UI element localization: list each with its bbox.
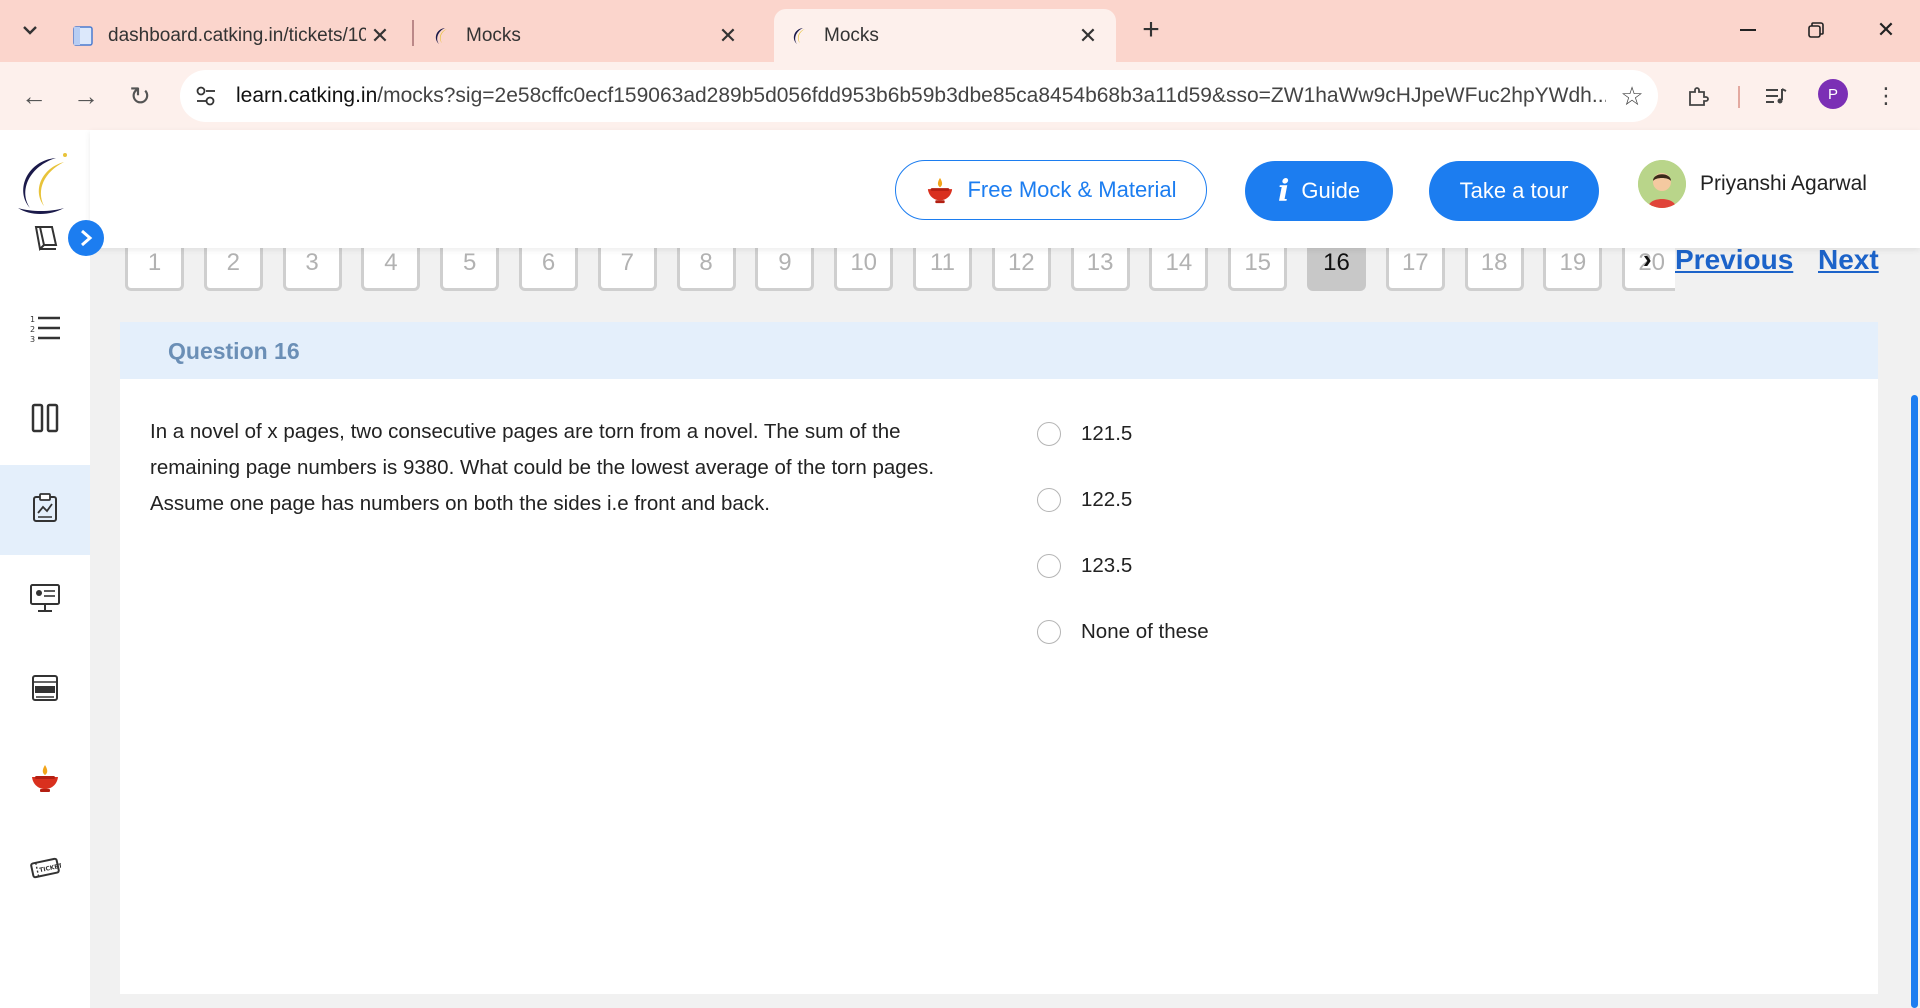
avatar bbox=[1638, 160, 1686, 208]
free-mock-label: Free Mock & Material bbox=[967, 177, 1177, 202]
tab-search-chevron-icon[interactable] bbox=[10, 10, 50, 50]
sidebar-item-lectures[interactable] bbox=[0, 555, 90, 645]
guide-button[interactable]: i Guide bbox=[1245, 161, 1393, 221]
book-icon bbox=[30, 223, 60, 258]
info-icon: i bbox=[1277, 173, 1290, 209]
close-window-icon[interactable]: ✕ bbox=[1858, 8, 1914, 52]
diya-icon bbox=[29, 763, 61, 798]
back-arrow-icon[interactable]: ← bbox=[12, 74, 56, 118]
option-2[interactable]: 122.5 bbox=[1037, 488, 1132, 512]
take-a-tour-button[interactable]: Take a tour bbox=[1429, 161, 1599, 221]
list-icon: 123 bbox=[29, 313, 61, 348]
sidebar-item-columns[interactable] bbox=[0, 375, 90, 465]
reload-icon[interactable]: ↻ bbox=[118, 74, 162, 118]
top-header: Free Mock & Material i Guide Take a tour… bbox=[90, 130, 1920, 248]
sidebar-expand-button[interactable] bbox=[68, 220, 104, 256]
ebook-icon bbox=[30, 673, 60, 708]
radio-button[interactable] bbox=[1037, 422, 1061, 446]
sidebar-item-mocks[interactable] bbox=[0, 465, 90, 555]
option-1[interactable]: 121.5 bbox=[1037, 422, 1132, 446]
question-heading: Question 16 bbox=[168, 338, 300, 364]
extensions-icon[interactable] bbox=[1678, 76, 1718, 116]
sidebar-item-ebook[interactable] bbox=[0, 645, 90, 735]
tab-mocks-active[interactable]: Mocks ✕ bbox=[774, 9, 1116, 62]
question-text: In a novel of x pages, two consecutive p… bbox=[150, 420, 935, 515]
tab-title: Mocks bbox=[466, 24, 521, 46]
chevron-right-icon[interactable]: › bbox=[1643, 244, 1652, 275]
sidebar: 123 TICKET bbox=[0, 130, 90, 1008]
profile-avatar[interactable]: P bbox=[1818, 79, 1848, 109]
toolbar-divider bbox=[1738, 86, 1740, 108]
close-tab-icon[interactable]: ✕ bbox=[1074, 22, 1102, 50]
columns-icon bbox=[31, 403, 59, 438]
next-link[interactable]: Next bbox=[1818, 244, 1879, 276]
option-3[interactable]: 123.5 bbox=[1037, 554, 1132, 578]
site-settings-icon[interactable] bbox=[180, 70, 232, 122]
scrollbar-thumb[interactable] bbox=[1911, 395, 1918, 1008]
address-bar[interactable]: learn.catking.in/mocks?sig=2e58cffc0ecf1… bbox=[180, 70, 1658, 122]
svg-text:2: 2 bbox=[30, 325, 35, 334]
option-label: None of these bbox=[1081, 620, 1209, 643]
sidebar-item-offers[interactable] bbox=[0, 735, 90, 825]
catking-favicon-icon bbox=[430, 25, 452, 47]
restore-icon[interactable] bbox=[1788, 8, 1844, 52]
svg-text:1: 1 bbox=[30, 315, 35, 324]
sidebar-item-tickets[interactable]: TICKET bbox=[0, 825, 90, 915]
document-icon bbox=[72, 25, 94, 47]
close-tab-icon[interactable]: ✕ bbox=[714, 22, 742, 50]
ticket-icon: TICKET bbox=[29, 853, 64, 888]
new-tab-icon[interactable]: + bbox=[1133, 12, 1169, 48]
user-profile[interactable]: Priyanshi Agarwal bbox=[1638, 160, 1867, 208]
previous-link[interactable]: Previous bbox=[1675, 244, 1793, 276]
url-text: learn.catking.in/mocks?sig=2e58cffc0ecf1… bbox=[236, 84, 1606, 107]
browser-toolbar: ← → ↻ learn.catking.in/mocks?sig=2e58cff… bbox=[0, 62, 1920, 130]
close-tab-icon[interactable]: ✕ bbox=[366, 22, 394, 50]
browser-tab-bar: dashboard.catking.in/tickets/10 ✕ Mocks … bbox=[0, 0, 1920, 62]
diya-icon bbox=[925, 176, 955, 204]
free-mock-material-button[interactable]: Free Mock & Material bbox=[895, 160, 1207, 220]
media-controls-icon[interactable] bbox=[1756, 76, 1796, 116]
radio-button[interactable] bbox=[1037, 554, 1061, 578]
option-label: 123.5 bbox=[1081, 554, 1133, 577]
option-4[interactable]: None of these bbox=[1037, 620, 1209, 644]
svg-text:3: 3 bbox=[30, 335, 35, 343]
video-lecture-icon bbox=[29, 583, 61, 618]
guide-label: Guide bbox=[1301, 178, 1361, 203]
tab-divider bbox=[412, 20, 414, 46]
bookmark-star-icon[interactable]: ☆ bbox=[1606, 70, 1658, 122]
radio-button[interactable] bbox=[1037, 620, 1061, 644]
option-label: 122.5 bbox=[1081, 488, 1133, 511]
menu-kebab-icon[interactable]: ⋮ bbox=[1866, 76, 1906, 116]
question-card: Question 16 In a novel of x pages, two c… bbox=[120, 322, 1878, 994]
catking-favicon-icon bbox=[788, 25, 810, 47]
option-label: 121.5 bbox=[1081, 422, 1133, 445]
radio-button[interactable] bbox=[1037, 488, 1061, 512]
user-name: Priyanshi Agarwal bbox=[1700, 172, 1867, 195]
tab-title: Mocks bbox=[824, 24, 879, 46]
question-header: Question 16 bbox=[120, 322, 1878, 379]
minimize-icon[interactable] bbox=[1720, 8, 1776, 52]
forward-arrow-icon[interactable]: → bbox=[64, 74, 108, 118]
test-report-icon bbox=[31, 492, 59, 528]
sidebar-item-list[interactable]: 123 bbox=[0, 285, 90, 375]
tab-title: dashboard.catking.in/tickets/10 bbox=[108, 24, 366, 46]
tab-dashboard[interactable]: dashboard.catking.in/tickets/10 ✕ bbox=[58, 9, 408, 62]
tab-mocks-1[interactable]: Mocks ✕ bbox=[416, 9, 756, 62]
